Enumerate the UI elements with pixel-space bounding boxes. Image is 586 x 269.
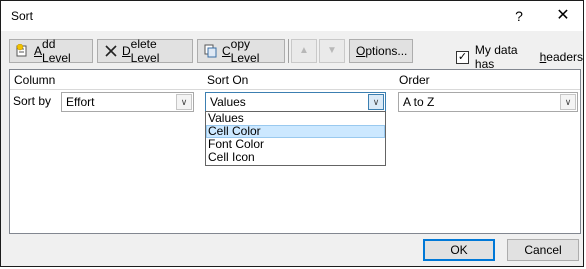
- column-value: Effort: [66, 95, 95, 109]
- column-header: Column: [14, 73, 56, 87]
- cancel-button[interactable]: Cancel: [507, 239, 579, 261]
- delete-x-icon: [104, 44, 118, 58]
- options-label: ptions...: [365, 44, 408, 58]
- header-divider: [10, 89, 580, 90]
- move-down-button[interactable]: ▼: [319, 39, 345, 63]
- delete-level-button[interactable]: Delete Level: [97, 37, 193, 65]
- order-value: A to Z: [403, 95, 435, 109]
- order-header: Order: [399, 73, 430, 87]
- add-level-label: dd Level: [42, 37, 71, 65]
- add-level-button[interactable]: Add Level: [9, 37, 93, 65]
- delete-level-label: elete Level: [130, 37, 160, 65]
- add-level-icon: [16, 43, 30, 58]
- help-button[interactable]: ?: [505, 5, 533, 27]
- options-accel: O: [356, 44, 366, 58]
- sort-on-dropdown-list: Values Cell Color Font Color Cell Icon: [205, 111, 386, 166]
- chevron-down-icon[interactable]: ∨: [368, 94, 384, 110]
- sort-on-combo[interactable]: Values ∨: [205, 92, 386, 112]
- headers-label-pre: My data has: [474, 43, 518, 71]
- copy-level-label: opy Level: [230, 37, 260, 65]
- copy-icon: [204, 44, 218, 58]
- toolbar-separator: [288, 39, 289, 63]
- ok-button[interactable]: OK: [423, 239, 495, 261]
- headers-checkbox[interactable]: ✓: [456, 50, 469, 64]
- headers-label: eaders: [546, 50, 583, 64]
- down-arrow-icon: ▼: [327, 45, 337, 56]
- add-level-accel: A: [34, 44, 43, 58]
- up-arrow-icon: ▲: [299, 45, 309, 56]
- chevron-down-icon[interactable]: ∨: [176, 94, 192, 110]
- title-bar: Sort ? ✕: [1, 1, 583, 31]
- close-button[interactable]: ✕: [549, 5, 577, 27]
- copy-level-button[interactable]: Copy Level: [197, 37, 285, 65]
- copy-level-accel: C: [222, 44, 231, 58]
- move-up-button[interactable]: ▲: [291, 39, 317, 63]
- delete-level-accel: D: [122, 44, 131, 58]
- sort-on-header: Sort On: [207, 73, 249, 87]
- headers-checkbox-row[interactable]: ✓ My data has h eaders: [456, 43, 583, 71]
- sort-dialog: Sort ? ✕ Add Level Delete Level C opy Le…: [0, 0, 584, 267]
- sort-on-value: Values: [210, 95, 246, 109]
- order-combo[interactable]: A to Z ∨: [398, 92, 578, 112]
- dialog-title: Sort: [11, 9, 34, 23]
- headers-accel: h: [539, 50, 547, 64]
- chevron-down-icon[interactable]: ∨: [560, 94, 576, 110]
- sort-by-label: Sort by: [13, 94, 52, 108]
- dropdown-option[interactable]: Cell Icon: [206, 151, 385, 164]
- column-combo[interactable]: Effort ∨: [61, 92, 194, 112]
- options-button[interactable]: Options...: [349, 39, 413, 63]
